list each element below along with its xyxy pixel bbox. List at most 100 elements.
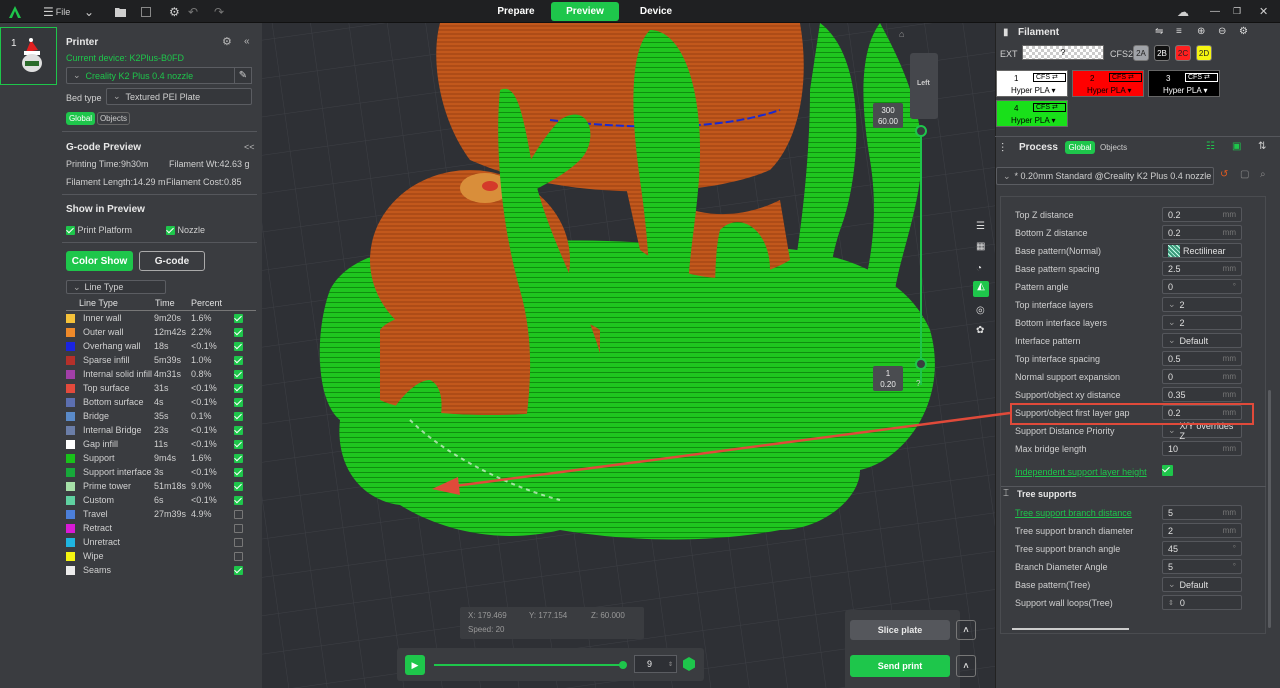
gear-icon[interactable]: ⚙ bbox=[169, 0, 180, 23]
filament-slot-4[interactable]: 4 CFS ⇄ Hyper PLA ▾ bbox=[996, 100, 1068, 127]
restore-icon[interactable]: ❐ bbox=[1233, 0, 1241, 23]
tab-global-process[interactable]: Global bbox=[1065, 141, 1095, 154]
color-show-button[interactable]: Color Show bbox=[66, 251, 133, 271]
layer-slider-track[interactable] bbox=[920, 130, 922, 385]
legend-visibility-checkbox[interactable] bbox=[234, 341, 243, 352]
settings-target-icon[interactable]: ◎ bbox=[976, 305, 985, 316]
legend-visibility-checkbox[interactable] bbox=[234, 439, 243, 450]
playback-value-input[interactable]: 9 ⇕ bbox=[634, 655, 677, 673]
tab-device[interactable]: Device bbox=[626, 2, 686, 21]
hexagon-icon[interactable] bbox=[683, 657, 695, 671]
legend-visibility-checkbox[interactable] bbox=[234, 411, 243, 422]
legend-visibility-checkbox[interactable] bbox=[234, 565, 243, 576]
support-paint-icon[interactable]: ◭ bbox=[973, 281, 989, 297]
param-field[interactable]: ⌄ Default bbox=[1162, 333, 1242, 348]
legend-visibility-checkbox[interactable] bbox=[234, 369, 243, 380]
close-icon[interactable]: ✕ bbox=[1259, 0, 1268, 23]
param-field[interactable]: 0.5 mm bbox=[1162, 351, 1242, 366]
send-options-chevron-up-icon[interactable]: ˄ bbox=[956, 655, 976, 677]
slice-plate-button[interactable]: Slice plate bbox=[850, 620, 950, 640]
view-cube[interactable]: Left bbox=[910, 53, 938, 119]
play-button[interactable]: ▶ bbox=[405, 655, 425, 675]
search-icon[interactable]: ⌕ bbox=[1260, 169, 1266, 180]
plate-thumbnail[interactable]: 1 bbox=[0, 27, 57, 85]
process-compare-icon[interactable]: ▣ bbox=[1232, 141, 1241, 152]
param-field[interactable]: ⌄ X/Y overrides Z bbox=[1162, 421, 1242, 441]
param-field[interactable]: 0 ° bbox=[1162, 279, 1242, 294]
param-field[interactable]: 0.35 mm bbox=[1162, 387, 1242, 402]
param-field[interactable]: 0.2 mm bbox=[1162, 207, 1242, 222]
gcode-button[interactable]: G-code bbox=[139, 251, 205, 271]
param-field[interactable]: 2 mm bbox=[1162, 523, 1242, 538]
legend-visibility-checkbox[interactable] bbox=[234, 509, 243, 520]
file-menu[interactable]: ☰ File bbox=[43, 0, 70, 23]
layers-list-icon[interactable]: ☰ bbox=[976, 221, 985, 232]
chevron-down-icon[interactable]: ⌄ bbox=[84, 0, 94, 23]
filament-add-icon[interactable]: ⊕ bbox=[1197, 26, 1205, 37]
print-platform-checkbox[interactable]: Print Platform bbox=[66, 225, 132, 236]
legend-visibility-checkbox[interactable] bbox=[234, 383, 243, 394]
param-field[interactable]: 5 ° bbox=[1162, 559, 1242, 574]
edit-icon[interactable]: ✎ bbox=[234, 67, 252, 84]
cfs2-slot[interactable]: 2C bbox=[1175, 45, 1191, 61]
ext-slot[interactable]: ? bbox=[1022, 45, 1104, 60]
layer-slider-bottom-handle[interactable] bbox=[915, 358, 927, 370]
legend-visibility-checkbox[interactable] bbox=[234, 481, 243, 492]
filament-type[interactable]: Hyper PLA ▾ bbox=[1011, 116, 1056, 125]
legend-visibility-checkbox[interactable] bbox=[234, 425, 243, 436]
filament-remove-icon[interactable]: ⊖ bbox=[1218, 26, 1226, 37]
send-print-button[interactable]: Send print bbox=[850, 655, 950, 677]
tab-objects-printer[interactable]: Objects bbox=[97, 112, 130, 125]
collapse-icon[interactable]: « bbox=[244, 36, 250, 47]
reset-icon[interactable]: ↺ bbox=[1220, 169, 1228, 180]
legend-visibility-checkbox[interactable] bbox=[234, 495, 243, 506]
filament-type[interactable]: Hyper PLA ▾ bbox=[1011, 86, 1056, 95]
tab-prepare[interactable]: Prepare bbox=[486, 2, 546, 21]
cloud-upload-icon[interactable]: ☁ bbox=[1177, 0, 1189, 23]
open-folder-icon[interactable] bbox=[115, 0, 127, 23]
cfs2-slot[interactable]: 2B bbox=[1154, 45, 1170, 61]
filament-slot-1[interactable]: 1 CFS ⇄ Hyper PLA ▾ bbox=[996, 70, 1068, 97]
playback-slider[interactable] bbox=[434, 664, 623, 666]
tab-global-printer[interactable]: Global bbox=[66, 112, 95, 125]
speed-gauge-icon[interactable]: ◔ bbox=[976, 263, 982, 274]
playback-slider-handle[interactable] bbox=[619, 661, 627, 669]
param-field[interactable]: 45 ° bbox=[1162, 541, 1242, 556]
cfs2-slot[interactable]: 2A bbox=[1133, 45, 1149, 61]
param-field[interactable]: 5 mm bbox=[1162, 505, 1242, 520]
filament-slot-2[interactable]: 2 CFS ⇄ Hyper PLA ▾ bbox=[1072, 70, 1144, 97]
save-icon[interactable] bbox=[141, 0, 151, 23]
tab-preview[interactable]: Preview bbox=[551, 2, 619, 21]
printer-settings-icon[interactable]: ⚙ bbox=[222, 35, 232, 48]
minimize-icon[interactable]: — bbox=[1210, 0, 1220, 23]
gcode-collapse-button[interactable]: << bbox=[244, 142, 255, 152]
legend-visibility-checkbox[interactable] bbox=[234, 355, 243, 366]
legend-visibility-checkbox[interactable] bbox=[234, 523, 243, 534]
param-field[interactable]: 0.2 mm bbox=[1162, 225, 1242, 240]
independent-layer-height-checkbox[interactable] bbox=[1162, 465, 1173, 477]
cfs2-slot[interactable]: 2D bbox=[1196, 45, 1212, 61]
legend-visibility-checkbox[interactable] bbox=[234, 327, 243, 338]
legend-visibility-checkbox[interactable] bbox=[234, 551, 243, 562]
filament-slot-3[interactable]: 3 CFS ⇄ Hyper PLA ▾ bbox=[1148, 70, 1220, 97]
undo-icon[interactable]: ↶ bbox=[188, 0, 198, 23]
save-profile-icon[interactable]: ▢ bbox=[1240, 169, 1249, 180]
line-type-select[interactable]: ⌄ Line Type bbox=[66, 280, 166, 294]
param-field[interactable]: ⌄ 2 bbox=[1162, 297, 1242, 312]
scrollbar[interactable] bbox=[1268, 390, 1271, 628]
layer-slider-top-handle[interactable] bbox=[915, 125, 927, 137]
param-field[interactable]: ⌄ Default bbox=[1162, 577, 1242, 592]
process-sync-icon[interactable]: ⇅ bbox=[1258, 141, 1266, 152]
horizontal-scrollbar[interactable] bbox=[1012, 628, 1129, 630]
param-field[interactable]: ⇕ 0 bbox=[1162, 595, 1242, 610]
tab-objects-process[interactable]: Objects bbox=[1100, 143, 1127, 152]
filament-type[interactable]: Hyper PLA ▾ bbox=[1163, 86, 1208, 95]
param-field[interactable]: Rectilinear bbox=[1162, 243, 1242, 258]
help-icon[interactable]: ? bbox=[916, 379, 920, 388]
filament-type[interactable]: Hyper PLA ▾ bbox=[1087, 86, 1132, 95]
3d-viewport[interactable]: Left ⌂ 300 60.00 1 0.20 ? ☰ ▦ ◔ ◭ ◎ ✿ X: 1… bbox=[262, 23, 995, 688]
grid-view-icon[interactable]: ▦ bbox=[976, 241, 985, 252]
legend-visibility-checkbox[interactable] bbox=[234, 313, 243, 324]
legend-visibility-checkbox[interactable] bbox=[234, 467, 243, 478]
nozzle-select[interactable]: ⌄ Creality K2 Plus 0.4 nozzle bbox=[66, 67, 236, 84]
